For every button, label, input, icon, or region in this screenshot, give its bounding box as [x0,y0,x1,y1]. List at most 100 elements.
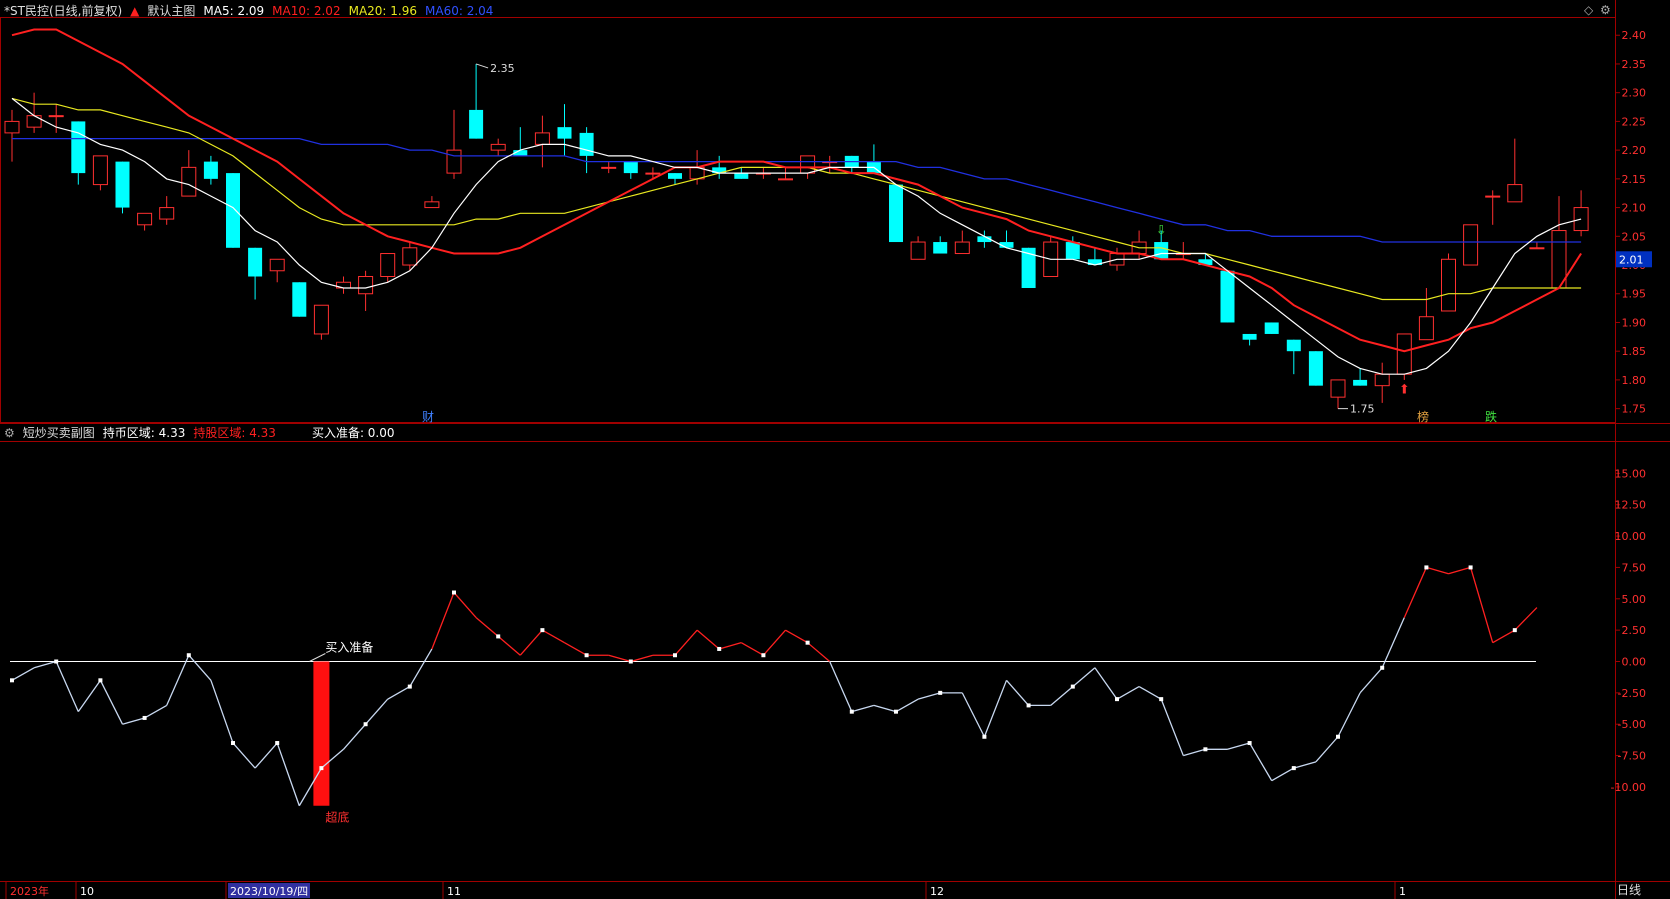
indicator-point [1424,565,1429,570]
indicator-segment [895,698,919,713]
indicator-segment [1469,567,1494,643]
indicator-point [452,590,456,595]
indicator-segment [1006,679,1030,706]
indicator-segment [807,642,831,662]
diamond-icon[interactable]: ◇ [1584,3,1593,17]
sub-indicator-name[interactable]: 短炒买卖副图 [23,424,95,441]
stock-name[interactable]: *ST民控(日线,前复权) [4,2,122,19]
indicator-tick-label: -10.00 [1611,781,1646,794]
candle-body-up [954,241,970,255]
finance-marker: 财 [422,410,434,424]
indicator-segment [762,629,786,656]
indicator-point [1512,628,1517,633]
up-arrow-icon: ▲ [130,3,140,18]
time-tick-label: 11 [447,885,461,898]
ma10-label: MA10: 2.02 [272,3,341,18]
candle-body-down [1065,242,1080,260]
candle-body-up [424,201,440,209]
ma10-line [11,28,1582,353]
sub-gear-icon[interactable]: ⚙ [4,426,15,440]
candle-body-up [800,155,816,174]
indicator-point [1336,734,1340,739]
indicator-segment [674,629,698,656]
indicator-segment [166,654,190,706]
candle-body-up [26,115,42,128]
indicator-point [1159,697,1164,702]
stock-chart[interactable]: 2.402.352.302.252.202.152.102.052.001.95… [0,0,1670,899]
price-tick-label: 1.75 [1622,403,1647,416]
sub-panel-header: ⚙ 短炒买卖副图 持币区域: 4.33 持股区域: 4.33 买入准备: 0.0… [4,424,395,441]
price-tick-label: 2.35 [1622,58,1647,71]
period-label[interactable]: 日线 [1617,881,1641,898]
indicator-tick-label: 15.00 [1615,467,1647,480]
indicator-segment [961,692,985,738]
candle-body-up [534,132,550,145]
candle-body-up [601,166,617,169]
candle-body-down [1353,379,1368,386]
indicator-name[interactable]: 默认主图 [147,2,195,19]
indicator-point [1291,766,1296,771]
indicator-tick-label: -2.50 [1618,687,1646,700]
price-tick-label: 2.20 [1622,144,1647,157]
candle-body-up [1374,373,1390,387]
indicator-segment [497,635,521,656]
indicator-segment [409,648,433,687]
time-tick-label: 1 [1399,885,1406,898]
indicator-segment [365,698,389,725]
indicator-segment [1227,742,1250,750]
price-tick-label: 2.05 [1622,230,1647,243]
candle-body-down [734,173,749,179]
indicator-segment [851,704,875,713]
indicator-point [1203,747,1208,752]
price-tick-label: 2.25 [1622,115,1647,128]
candle-body-up [1507,184,1523,203]
candle-body-up [380,253,396,278]
indicator-segment [608,654,631,663]
indicator-tick-label: 12.50 [1615,499,1647,512]
price-tick-label: 1.80 [1622,374,1647,387]
indicator-segment [77,679,101,713]
indicator-segment [475,617,499,637]
candle-body-up [645,172,661,175]
candle-body-down [71,121,86,174]
candle-body-down [668,173,682,179]
candle-body-up [1441,258,1456,312]
indicator-segment [630,654,654,663]
indicator-point [98,678,103,683]
indicator-tick-label: 0.00 [1622,656,1647,669]
indicator-segment [719,642,742,650]
candle-body-down [579,132,594,156]
high-annotation-pointer [475,63,489,69]
indicator-point [1115,697,1119,702]
indicator-segment [829,661,853,712]
candle-body-down [933,242,948,254]
indicator-segment [542,629,565,644]
hold-cash-label: 持币区域: 4.33 [102,426,186,440]
indicator-segment [519,629,543,656]
time-tick-label: 12 [930,885,944,898]
gear-icon[interactable]: ⚙ [1600,3,1611,17]
candle-body-up [269,258,285,272]
indicator-point [1468,565,1473,570]
indicator-segment [696,629,720,650]
indicator-segment [276,742,300,806]
indicator-point [982,734,987,739]
indicator-point [805,640,810,645]
indicator-point [1247,741,1252,746]
candle-body-up [1529,247,1545,250]
time-tick-label: 10 [80,885,94,898]
indicator-segment [1271,767,1295,782]
indicator-point [849,709,854,714]
red-up-arrow-icon: ⬆ [1399,382,1410,397]
current-price-tag: 2.01 [1619,253,1644,266]
indicator-point [1380,665,1385,670]
candle-body-up [159,207,175,220]
indicator-segment [917,692,941,700]
indicator-segment [873,704,897,713]
indicator-segment [1050,686,1074,706]
indicator-point [142,715,147,720]
candle-body-down [1286,339,1301,352]
candle-body-down [1264,322,1279,334]
indicator-segment [144,704,168,719]
time-tick-label: 2023年 [10,884,49,898]
